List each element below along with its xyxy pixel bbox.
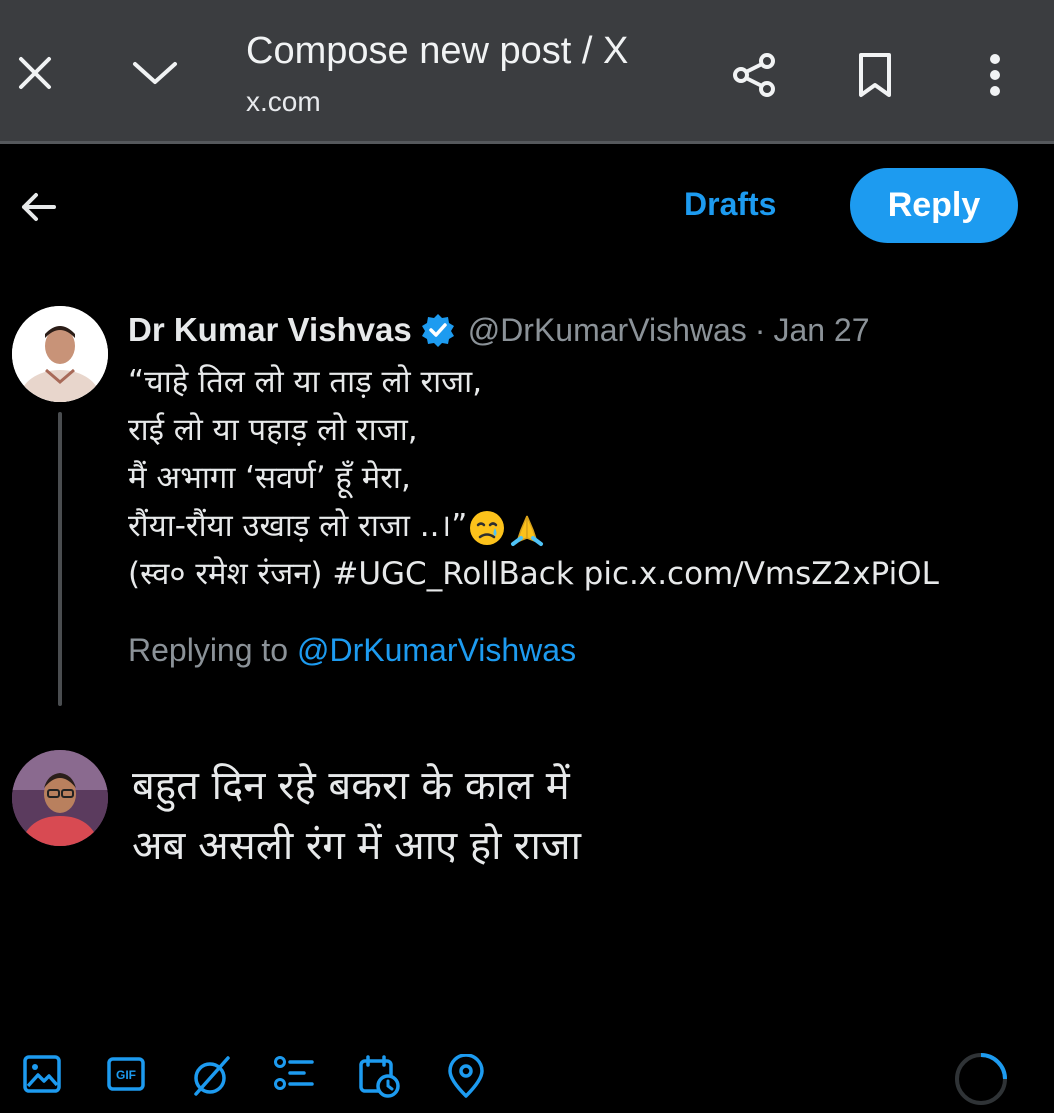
replying-to: Replying to @DrKumarVishwas [128, 632, 576, 669]
author-handle[interactable]: @DrKumarVishwas [468, 312, 747, 349]
schedule-icon[interactable] [356, 1054, 404, 1102]
drafts-button[interactable]: Drafts [684, 186, 776, 223]
post-line-with-emoji: रौंया-रौंया उखाड़ लो राजा ..।” [128, 502, 1028, 550]
post-line: राई लो या पहाड़ लो राजा, [128, 412, 418, 448]
post-link[interactable]: pic.x.com/VmsZ2xPiOL [584, 556, 939, 592]
page-title: Compose new post / X [246, 30, 629, 72]
reply-text-line: अब असली रंग में आए हो राजा [132, 823, 581, 869]
reply-button[interactable]: Reply [850, 168, 1018, 243]
reply-input[interactable]: बहुत दिन रहे बकरा के काल में अब असली रंग… [132, 756, 1012, 876]
author-avatar[interactable] [12, 306, 108, 402]
gif-icon[interactable]: GIF [102, 1054, 150, 1102]
chevron-down-icon[interactable] [128, 50, 182, 96]
svg-text:GIF: GIF [116, 1068, 136, 1082]
post-credit: (स्व० रमेश रंजन) [128, 556, 323, 592]
reply-text-line: बहुत दिन रहे बकरा के काल में [132, 763, 570, 809]
crying-face-icon [467, 508, 507, 548]
post-line: रौंया-रौंया उखाड़ लो राजा ..।” [128, 508, 468, 544]
more-vertical-icon[interactable] [970, 48, 1020, 102]
author-name[interactable]: Dr Kumar Vishvas [128, 311, 412, 349]
page-url: x.com [246, 86, 321, 117]
post-line: “चाहे तिल लो या ताड़ लो राजा, [128, 364, 483, 400]
post-line: मैं अभागा ‘सवर्ण’ हूँ मेरा, [128, 460, 411, 496]
character-count-ring [952, 1050, 1010, 1108]
location-icon[interactable] [442, 1054, 490, 1102]
back-arrow-icon[interactable] [14, 184, 62, 230]
grok-icon[interactable] [186, 1054, 234, 1102]
post-text: “चाहे तिल लो या ताड़ लो राजा, राई लो या … [128, 358, 1028, 598]
replying-mention[interactable]: @DrKumarVishwas [297, 632, 576, 668]
replying-label: Replying to [128, 632, 289, 668]
media-icon[interactable] [18, 1054, 66, 1102]
verified-badge-icon [420, 312, 456, 348]
poll-icon[interactable] [270, 1054, 318, 1102]
post-credit-line: (स्व० रमेश रंजन) #UGC_RollBack pic.x.com… [128, 550, 1028, 598]
user-avatar[interactable] [12, 750, 108, 846]
thread-line [58, 412, 62, 706]
close-icon[interactable] [12, 50, 58, 96]
folded-hands-icon [507, 508, 547, 548]
browser-toolbar: Compose new post / X x.com [0, 0, 1054, 144]
share-icon[interactable] [728, 48, 782, 102]
post-header: Dr Kumar Vishvas @DrKumarVishwas · Jan 2… [128, 310, 870, 350]
separator-dot: · [754, 311, 766, 348]
bookmark-icon[interactable] [850, 48, 900, 102]
post-hashtag[interactable]: #UGC_RollBack [332, 556, 573, 592]
post-date[interactable]: Jan 27 [773, 312, 869, 349]
